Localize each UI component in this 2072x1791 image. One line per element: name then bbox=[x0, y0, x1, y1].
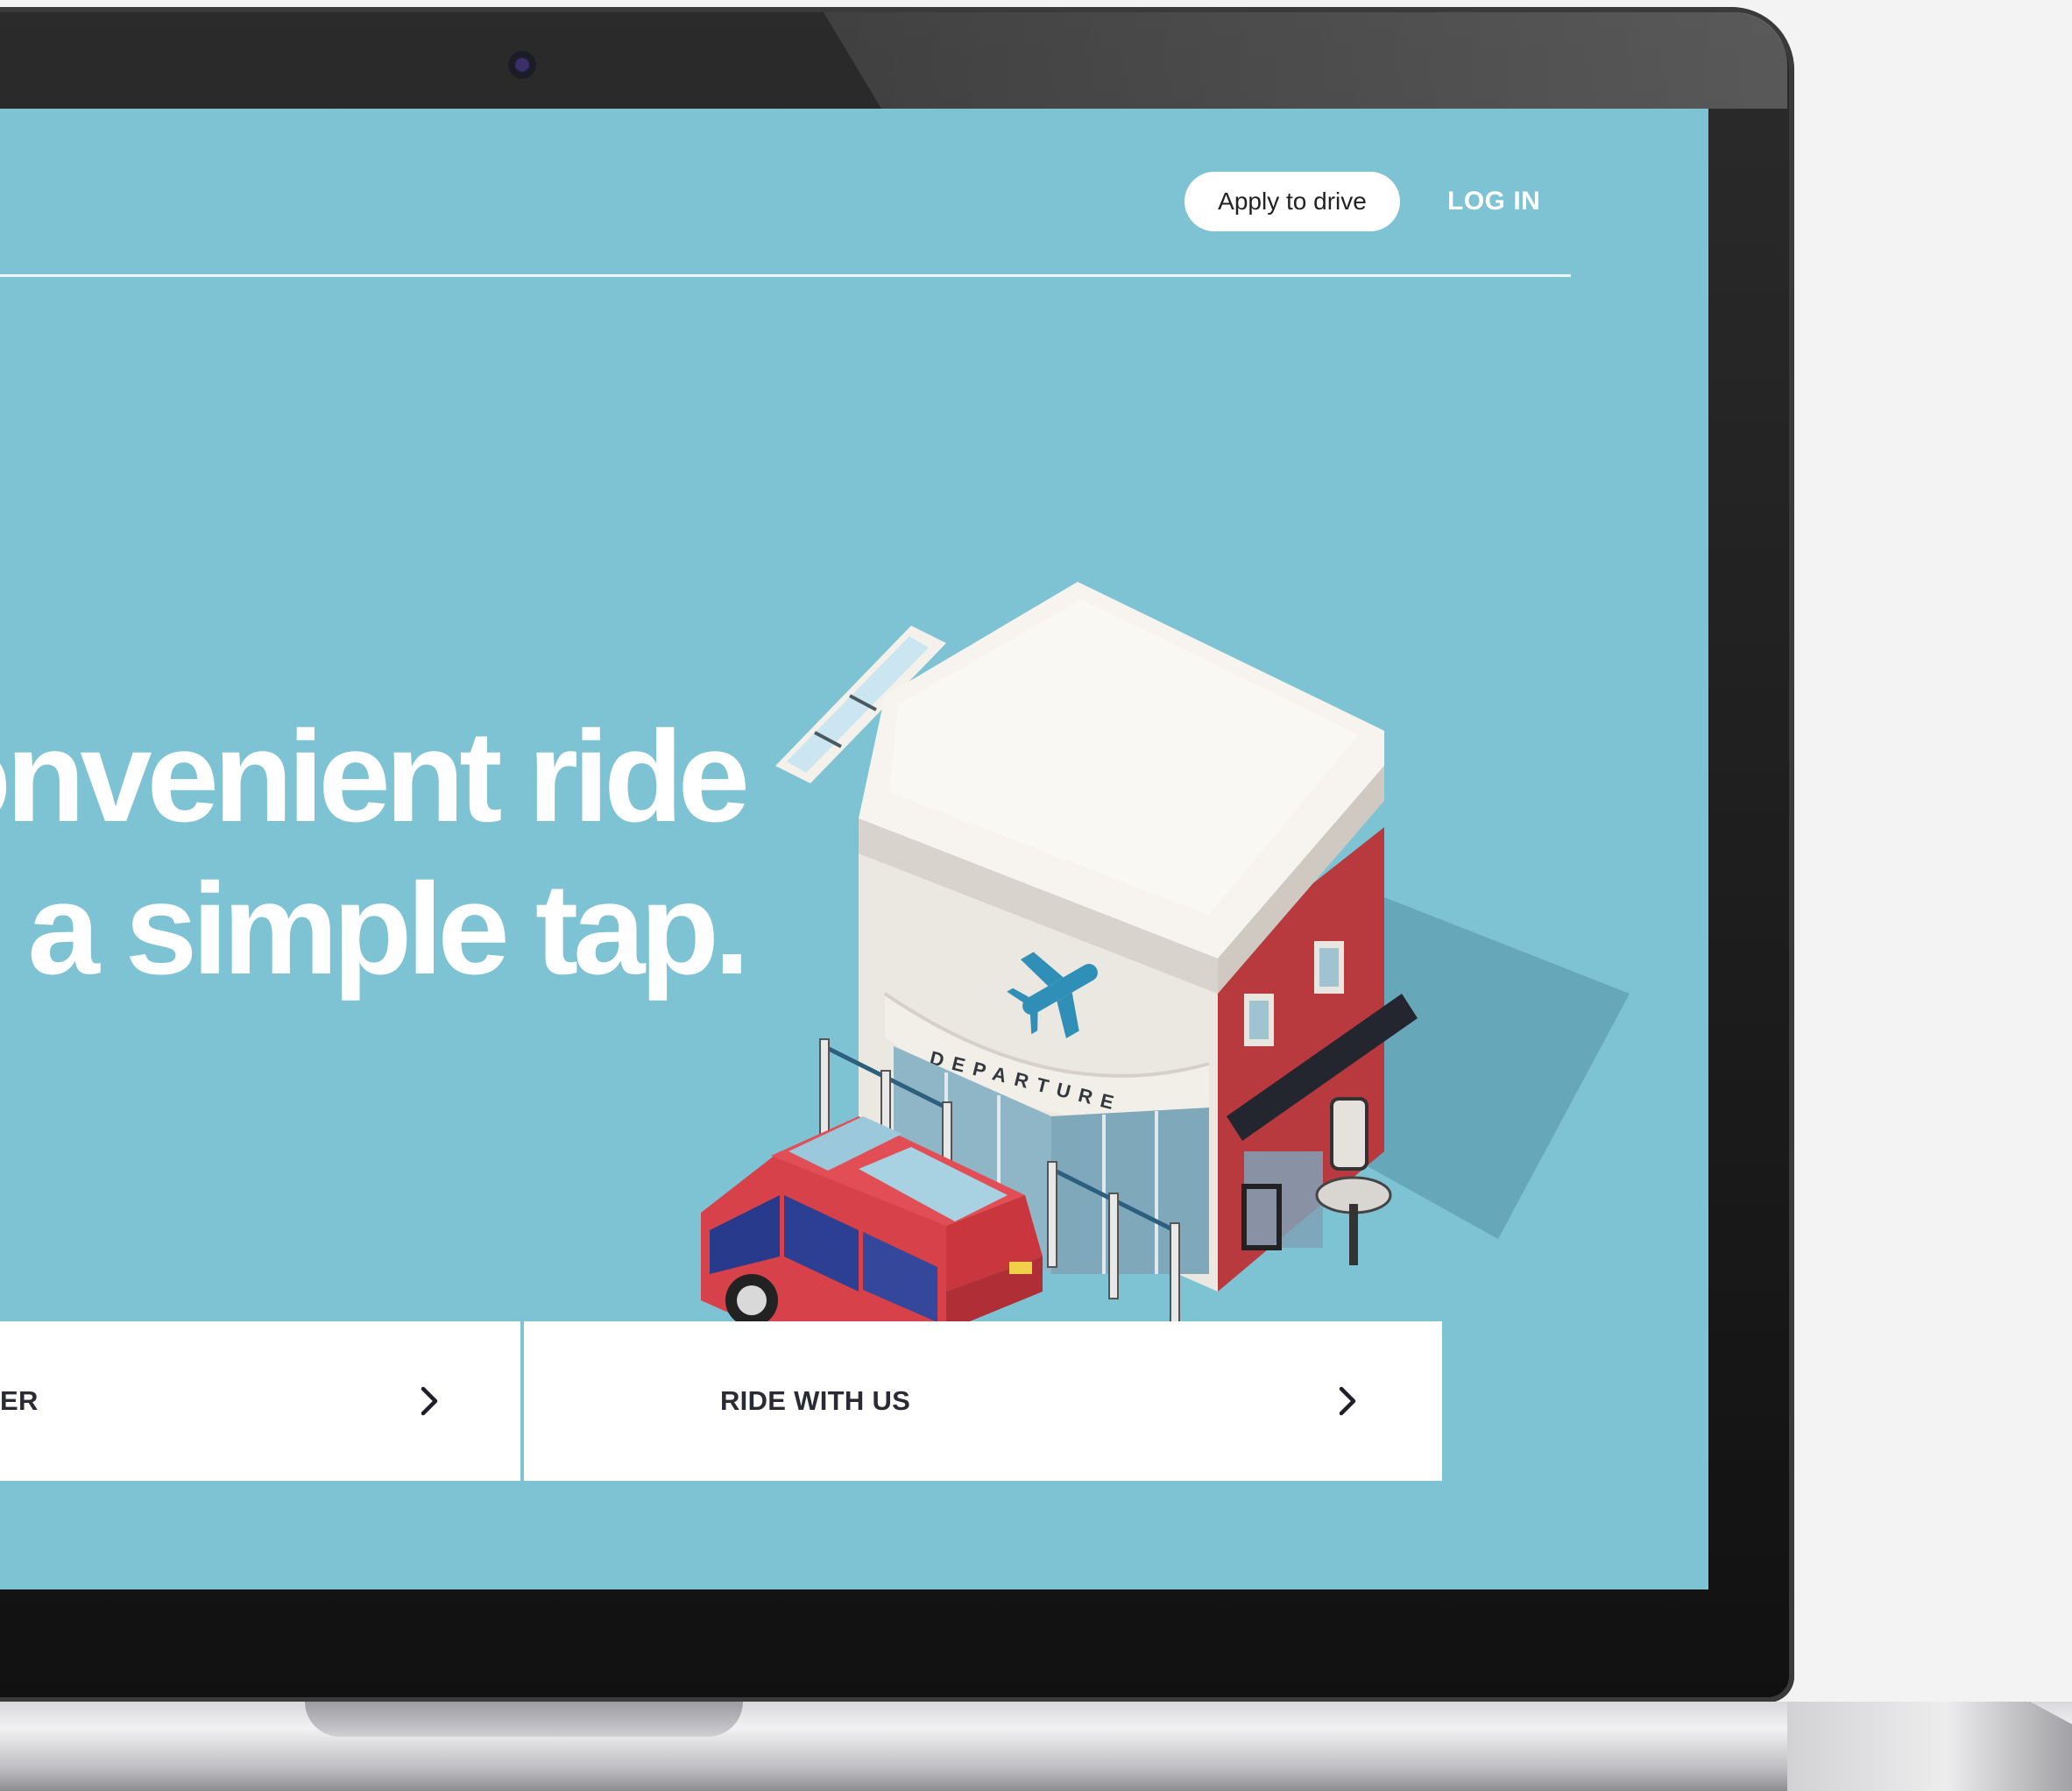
hero-headline: onvenient ride n a simple tap. bbox=[0, 701, 750, 1006]
airport-departure-illustration: DEPARTURE bbox=[701, 582, 1630, 1379]
website-screen: Apply to drive LOG IN onvenient ride n a… bbox=[0, 109, 1708, 1589]
hero-headline-line1: onvenient ride bbox=[0, 704, 750, 849]
chevron-right-icon bbox=[421, 1386, 438, 1416]
apply-to-drive-button[interactable]: Apply to drive bbox=[1185, 172, 1400, 231]
laptop-base-edge bbox=[1787, 1702, 2072, 1791]
card-left[interactable]: ER bbox=[0, 1321, 520, 1481]
ride-with-us-label: RIDE WITH US bbox=[720, 1385, 911, 1416]
ride-with-us-card[interactable]: RIDE WITH US bbox=[524, 1321, 1442, 1481]
webcam-icon bbox=[508, 51, 536, 79]
log-in-link[interactable]: LOG IN bbox=[1447, 184, 1540, 219]
header-divider bbox=[0, 274, 1571, 277]
card-left-label: ER bbox=[0, 1385, 39, 1416]
hero-headline-line2: n a simple tap. bbox=[0, 857, 750, 1002]
chevron-right-icon bbox=[1339, 1386, 1356, 1416]
laptop-opening-notch bbox=[305, 1702, 743, 1737]
lid-glare bbox=[824, 12, 1787, 109]
